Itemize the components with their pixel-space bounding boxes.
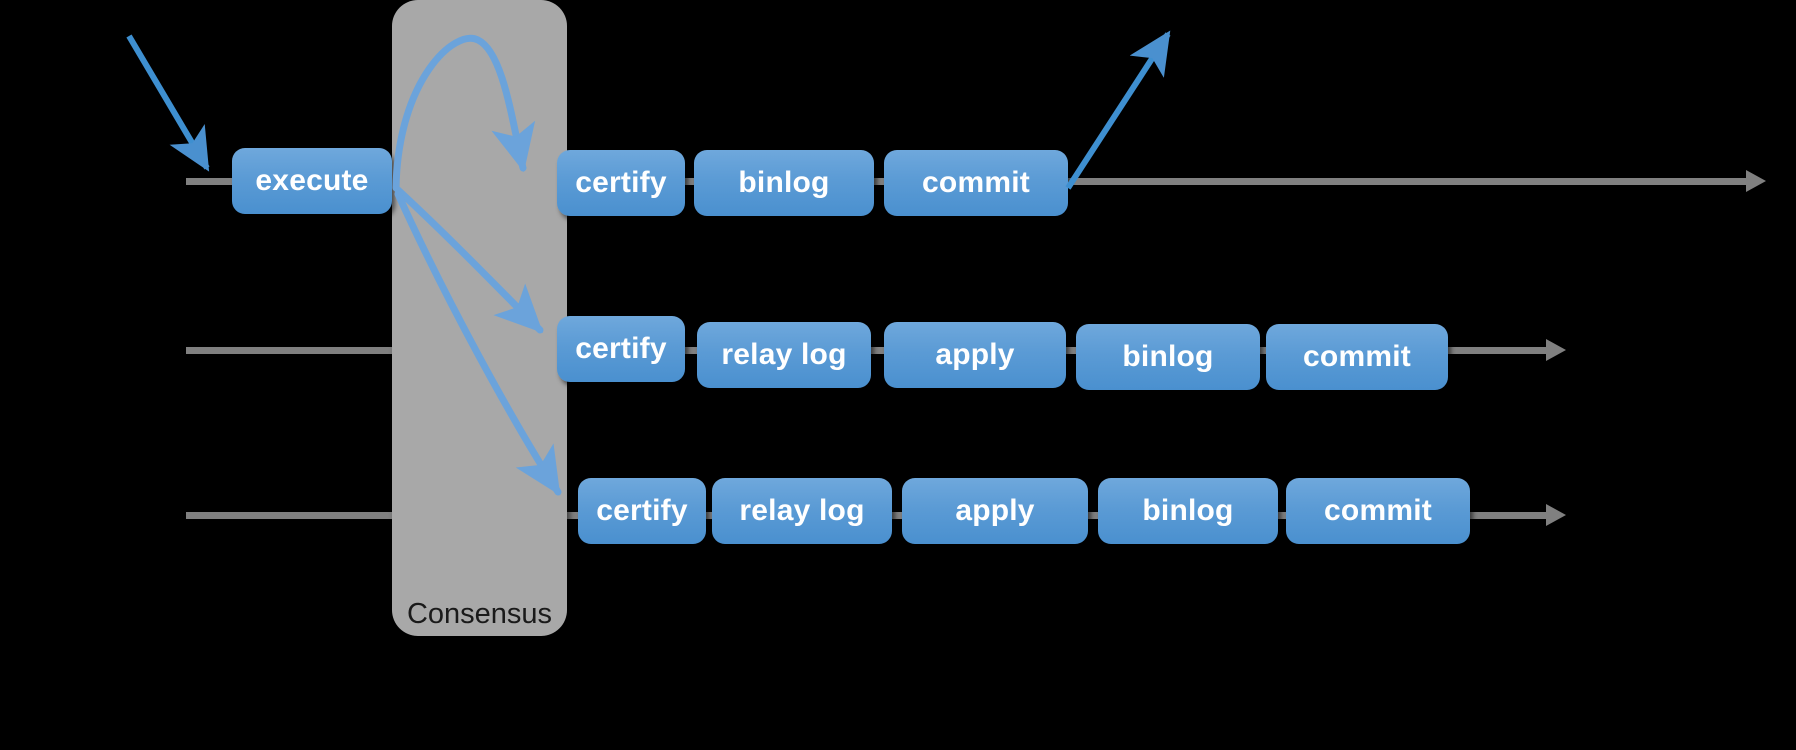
process-box-apply-row2[interactable]: apply bbox=[884, 322, 1066, 388]
process-box-certify-row3[interactable]: certify bbox=[578, 478, 706, 544]
process-box-relay-log-row2[interactable]: relay log bbox=[697, 322, 871, 388]
process-box-binlog-row3[interactable]: binlog bbox=[1098, 478, 1278, 544]
process-box-certify-row2[interactable]: certify bbox=[557, 316, 685, 382]
process-box-label: commit bbox=[922, 166, 1030, 199]
consensus-label: Consensus bbox=[406, 598, 553, 630]
process-box-label: certify bbox=[575, 332, 667, 365]
process-box-label: relay log bbox=[739, 494, 865, 527]
consensus-band bbox=[392, 0, 567, 636]
diagram-canvas: execute certify binlog commit certify re… bbox=[0, 0, 1796, 750]
process-box-execute[interactable]: execute bbox=[232, 148, 392, 214]
process-box-label: execute bbox=[255, 164, 369, 197]
process-box-label: relay log bbox=[721, 338, 847, 371]
outgoing-response-arrow bbox=[1065, 30, 1171, 190]
process-box-label: binlog bbox=[738, 166, 830, 199]
process-box-label: commit bbox=[1303, 340, 1411, 373]
process-box-label: binlog bbox=[1122, 340, 1214, 373]
process-box-label: certify bbox=[596, 494, 688, 527]
process-box-label: binlog bbox=[1142, 494, 1234, 527]
incoming-request-arrow bbox=[126, 34, 210, 172]
process-box-label: apply bbox=[955, 494, 1035, 527]
process-box-binlog-row2[interactable]: binlog bbox=[1076, 324, 1260, 390]
process-box-certify-row1[interactable]: certify bbox=[557, 150, 685, 216]
timeline-row-1-arrowhead bbox=[1746, 170, 1766, 192]
process-box-commit-row2[interactable]: commit bbox=[1266, 324, 1448, 390]
process-box-label: commit bbox=[1324, 494, 1432, 527]
process-box-binlog-row1[interactable]: binlog bbox=[694, 150, 874, 216]
process-box-apply-row3[interactable]: apply bbox=[902, 478, 1088, 544]
timeline-row-3-arrowhead bbox=[1546, 504, 1566, 526]
process-box-commit-row3[interactable]: commit bbox=[1286, 478, 1470, 544]
process-box-label: certify bbox=[575, 166, 667, 199]
process-box-label: apply bbox=[935, 338, 1015, 371]
process-box-relay-log-row3[interactable]: relay log bbox=[712, 478, 892, 544]
process-box-commit-row1[interactable]: commit bbox=[884, 150, 1068, 216]
timeline-row-2-arrowhead bbox=[1546, 339, 1566, 361]
